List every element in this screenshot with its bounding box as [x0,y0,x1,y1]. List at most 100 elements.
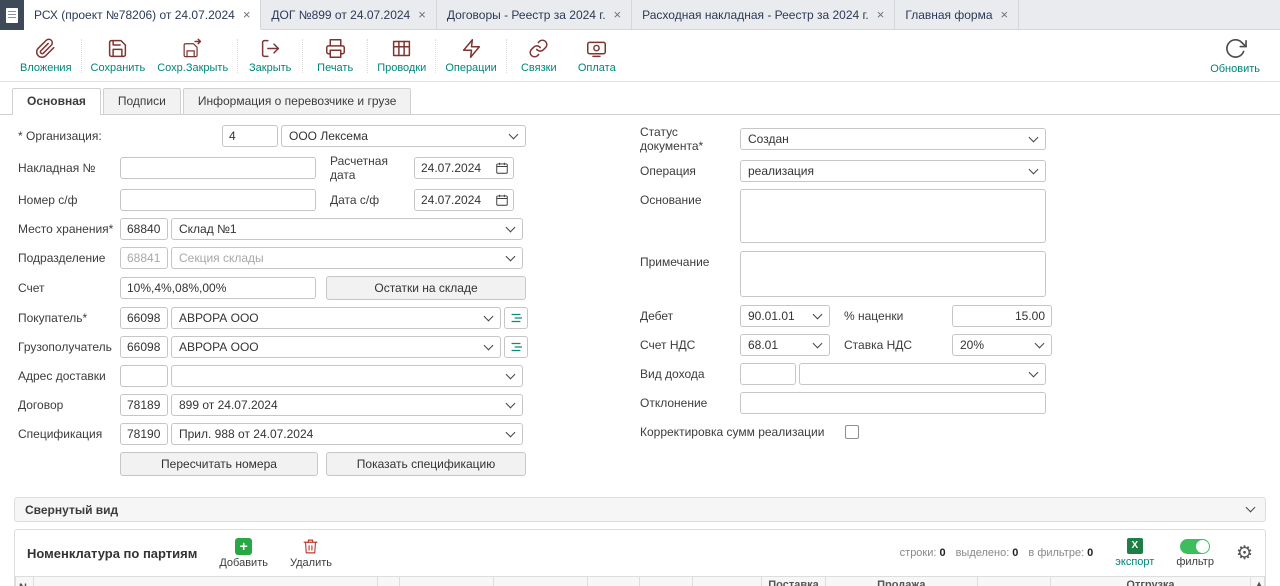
refresh-button[interactable]: Обновить [1204,35,1266,77]
postings-icon [391,38,412,59]
browser-tab-invoice-registry[interactable]: Расходная накладная - Реестр за 2024 г. … [632,0,895,29]
chevron-down-icon [509,129,519,139]
operations-button[interactable]: Операции [439,36,502,76]
save-close-button[interactable]: Сохр.Закрыть [151,36,234,76]
vertical-scrollbar[interactable]: ▲ [1250,577,1264,586]
correction-checkbox[interactable] [845,425,859,439]
tab-label: Расходная накладная - Реестр за 2024 г. [642,8,869,22]
storage-label: Место хранения* [18,222,120,236]
chevron-down-icon [506,251,516,261]
export-button[interactable]: X экспорт [1115,538,1154,568]
close-icon[interactable]: × [1001,8,1009,21]
payment-button[interactable]: Оплата [568,36,626,76]
sf-date-field[interactable] [414,189,514,211]
tab-signatures[interactable]: Подписи [103,88,181,114]
sf-date-label: Дата с/ф [316,193,414,207]
consignee-tree-button[interactable] [504,336,528,358]
collapsed-view-bar[interactable]: Свернутый вид [14,497,1266,522]
income-type-select[interactable] [799,363,1046,385]
chevron-down-icon [484,340,494,350]
close-icon[interactable]: × [243,8,251,21]
browser-tab-rsx[interactable]: РСХ (проект №78206) от 24.07.2024 × [24,0,261,30]
gear-icon[interactable]: ⚙ [1236,544,1253,563]
chevron-down-icon [506,369,516,379]
refresh-icon [1224,37,1247,60]
recalculate-numbers-button[interactable]: Пересчитать номера [120,452,318,476]
sf-date-input[interactable] [421,193,489,207]
note-textarea[interactable] [740,251,1046,297]
tab-main[interactable]: Основная [12,88,101,115]
tab-label: Договоры - Реестр за 2024 г. [447,8,606,22]
status-select[interactable]: Создан [740,128,1046,150]
contract-code-input[interactable] [120,394,168,416]
markup-input[interactable] [952,305,1052,327]
attachments-button[interactable]: Вложения [14,36,78,76]
browser-tab-main-form[interactable]: Главная форма × [895,0,1019,29]
vat-rate-select[interactable]: 20% [952,334,1052,356]
tab-label: ДОГ №899 от 24.07.2024 [271,8,410,22]
income-type-code-input[interactable] [740,363,796,385]
basis-textarea[interactable] [740,189,1046,243]
column-header-num[interactable]: N▲ п [16,577,34,586]
department-code-input [120,247,168,269]
income-type-label: Вид дохода [640,367,740,381]
buyer-select[interactable]: АВРОРА ООО [171,307,501,329]
tree-icon [509,340,523,354]
delete-row-button[interactable]: Удалить [290,538,332,569]
debit-label: Дебет [640,309,740,323]
chain-link-icon [528,38,549,59]
storage-select[interactable]: Склад №1 [171,218,523,240]
delivery-address-label: Адрес доставки [18,369,120,383]
status-label: Статус документа* [640,125,740,153]
show-specification-button[interactable]: Показать спецификацию [326,452,526,476]
specification-code-input[interactable] [120,423,168,445]
filter-toggle[interactable]: фильтр [1176,539,1214,568]
department-select: Секция склады [171,247,523,269]
browser-tab-dog[interactable]: ДОГ №899 от 24.07.2024 × [261,0,436,29]
postings-button[interactable]: Проводки [371,36,432,76]
sf-number-input[interactable] [120,189,316,211]
organization-select[interactable]: ООО Лексема [281,125,526,147]
storage-code-input[interactable] [120,218,168,240]
note-label: Примечание [640,251,740,269]
toolbar: Вложения Сохранить Сохр.Закрыть Закрыть … [0,30,1280,82]
grid-stats: строки:0 выделено:0 в фильтре:0 [900,547,1094,559]
buyer-tree-button[interactable] [504,307,528,329]
print-button[interactable]: Печать [306,36,364,76]
browser-tab-contracts[interactable]: Договоры - Реестр за 2024 г. × [437,0,632,29]
close-icon[interactable]: × [877,8,885,21]
consignee-select[interactable]: АВРОРА ООО [171,336,501,358]
grid-title: Номенклатура по партиям [27,546,197,561]
stock-balance-button[interactable]: Остатки на складе [326,276,526,300]
buyer-code-input[interactable] [120,307,168,329]
account-input[interactable] [120,277,316,299]
save-button[interactable]: Сохранить [85,36,152,76]
calendar-icon[interactable] [495,193,509,207]
contract-select[interactable]: 899 от 24.07.2024 [171,394,523,416]
debit-select[interactable]: 90.01.01 [740,305,830,327]
close-doc-button[interactable]: Закрыть [241,36,299,76]
chevron-down-icon [1035,338,1045,348]
add-row-button[interactable]: + Добавить [219,538,268,569]
close-icon[interactable]: × [418,8,426,21]
app-icon [0,0,24,30]
plus-icon: + [235,538,252,555]
calendar-icon[interactable] [495,161,509,175]
operation-select[interactable]: реализация [740,160,1046,182]
organization-code-input[interactable] [222,125,278,147]
vat-account-select[interactable]: 68.01 [740,334,830,356]
form-tab-strip: Основная Подписи Информация о перевозчик… [0,82,1280,115]
calc-date-input[interactable] [421,161,489,175]
specification-select[interactable]: Прил. 988 от 24.07.2024 [171,423,523,445]
deviation-input[interactable] [740,392,1046,414]
calc-date-field[interactable] [414,157,514,179]
links-button[interactable]: Связки [510,36,568,76]
delivery-address-select[interactable] [171,365,523,387]
tab-label: Главная форма [905,8,992,22]
invoice-number-input[interactable] [120,157,316,179]
delivery-address-code-input[interactable] [120,365,168,387]
tab-carrier-cargo-info[interactable]: Информация о перевозчике и грузе [183,88,412,114]
close-icon[interactable]: × [614,8,622,21]
save-close-icon [182,38,203,59]
consignee-code-input[interactable] [120,336,168,358]
